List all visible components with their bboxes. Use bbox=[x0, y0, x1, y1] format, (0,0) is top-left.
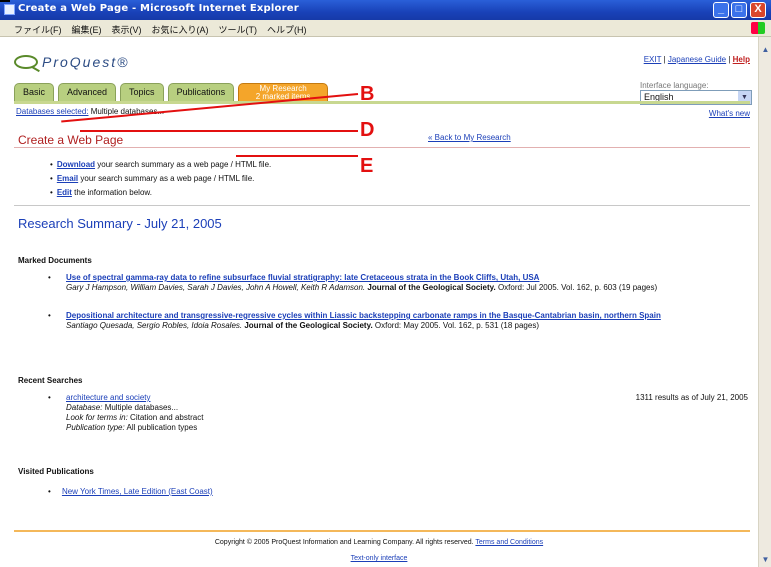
brand-name: ProQuest® bbox=[42, 54, 130, 70]
help-link[interactable]: Help bbox=[733, 55, 750, 64]
close-button[interactable]: X bbox=[750, 2, 766, 18]
menu-help[interactable]: ヘルプ(H) bbox=[267, 23, 307, 36]
menu-bar: ファイル(F) 編集(E) 表示(V) お気に入り(A) ツール(T) ヘルプ(… bbox=[0, 20, 771, 37]
annotation-e: E bbox=[360, 155, 374, 177]
text-only-link[interactable]: Text-only interface bbox=[351, 555, 408, 562]
search-results-count: 1311 results as of July 21, 2005 bbox=[635, 393, 748, 402]
document-journal: Journal of the Geological Society. bbox=[244, 321, 373, 330]
section-divider bbox=[14, 205, 750, 206]
menu-tools[interactable]: ツール(T) bbox=[219, 23, 258, 36]
document-details: Oxford: May 2005. Vol. 162, p. 531 (18 p… bbox=[372, 321, 539, 330]
tab-advanced[interactable]: Advanced bbox=[58, 83, 117, 101]
ie-app-icon bbox=[4, 4, 15, 15]
database-value: Multiple databases... bbox=[102, 403, 179, 412]
download-link[interactable]: Download bbox=[57, 160, 95, 169]
tab-basic[interactable]: Basic bbox=[14, 83, 55, 101]
window-title: Create a Web Page - Microsoft Internet E… bbox=[18, 3, 299, 14]
action-text: the information below. bbox=[71, 188, 152, 197]
windows-logo-icon bbox=[751, 22, 765, 34]
database-label: Database: bbox=[66, 403, 103, 412]
exit-link[interactable]: EXIT bbox=[644, 55, 662, 64]
recent-searches-heading: Recent Searches bbox=[18, 376, 83, 385]
menu-edit[interactable]: 編集(E) bbox=[72, 23, 102, 36]
recent-search: • architecture and society Database: Mul… bbox=[48, 393, 748, 433]
marked-document: • Depositional architecture and transgre… bbox=[48, 311, 738, 331]
page-title: Create a Web Page bbox=[18, 133, 124, 147]
menu-file[interactable]: ファイル(F) bbox=[14, 23, 62, 36]
edit-link[interactable]: Edit bbox=[57, 188, 72, 197]
terms-label: Look for terms in: bbox=[66, 413, 128, 422]
japanese-guide-link[interactable]: Japanese Guide bbox=[668, 55, 726, 64]
search-tabs: Basic Advanced Topics Publications My Re… bbox=[14, 83, 329, 101]
tab-publications[interactable]: Publications bbox=[167, 83, 235, 101]
top-links: EXIT | Japanese Guide | Help bbox=[644, 55, 750, 64]
annotation-line-d bbox=[80, 130, 358, 132]
action-list: Download your search summary as a web pa… bbox=[50, 160, 271, 202]
menu-favorites[interactable]: お気に入り(A) bbox=[152, 23, 209, 36]
document-authors: Gary J Hampson, William Davies, Sarah J … bbox=[66, 283, 366, 292]
corner-mark bbox=[0, 0, 10, 2]
visited-publications-heading: Visited Publications bbox=[18, 467, 94, 476]
proquest-q-icon bbox=[14, 55, 38, 69]
vertical-scrollbar[interactable]: ▲ ▼ bbox=[758, 37, 771, 567]
terms-link[interactable]: Terms and Conditions bbox=[475, 539, 543, 546]
research-summary-title: Research Summary - July 21, 2005 bbox=[18, 216, 222, 231]
pubtype-value: All publication types bbox=[124, 423, 198, 432]
action-text: your search summary as a web page / HTML… bbox=[78, 174, 255, 183]
scroll-down-icon[interactable]: ▼ bbox=[760, 555, 771, 565]
minimize-button[interactable]: _ bbox=[713, 2, 729, 18]
footer-divider bbox=[14, 530, 750, 532]
document-title-link[interactable]: Use of spectral gamma-ray data to refine… bbox=[66, 273, 539, 282]
marked-documents-heading: Marked Documents bbox=[18, 256, 92, 265]
tab-divider bbox=[14, 101, 750, 104]
copyright-text: Copyright © 2005 ProQuest Information an… bbox=[214, 539, 474, 546]
visited-publication: • New York Times, Late Edition (East Coa… bbox=[48, 487, 213, 496]
window-titlebar: Create a Web Page - Microsoft Internet E… bbox=[0, 0, 771, 20]
document-journal: Journal of the Geological Society. bbox=[367, 283, 496, 292]
bullet: • bbox=[48, 311, 51, 320]
copyright: Copyright © 2005 ProQuest Information an… bbox=[0, 539, 758, 546]
proquest-logo[interactable]: ProQuest® bbox=[14, 54, 129, 70]
databases-selected-link[interactable]: Databases selected: bbox=[16, 107, 89, 116]
language-label: Interface language: bbox=[640, 81, 709, 90]
annotation-line-e bbox=[236, 155, 358, 157]
annotation-d: D bbox=[360, 119, 375, 141]
text-only-row: Text-only interface bbox=[0, 555, 758, 562]
list-item: Download your search summary as a web pa… bbox=[50, 160, 271, 169]
scroll-up-icon[interactable]: ▲ bbox=[760, 45, 771, 55]
back-to-my-research-link[interactable]: « Back to My Research bbox=[428, 133, 511, 142]
annotation-b: B bbox=[360, 83, 375, 105]
document-title-link[interactable]: Depositional architecture and transgress… bbox=[66, 311, 661, 320]
visited-publication-link[interactable]: New York Times, Late Edition (East Coast… bbox=[62, 487, 213, 496]
email-link[interactable]: Email bbox=[57, 174, 78, 183]
whats-new-link[interactable]: What's new bbox=[709, 109, 750, 118]
heading-divider bbox=[14, 147, 750, 148]
terms-value: Citation and abstract bbox=[127, 413, 204, 422]
search-query-link[interactable]: architecture and society bbox=[66, 393, 151, 402]
marked-document: • Use of spectral gamma-ray data to refi… bbox=[48, 273, 738, 293]
bullet: • bbox=[48, 273, 51, 282]
document-authors: Santiago Quesada, Sergio Robles, Idoia R… bbox=[66, 321, 243, 330]
menu-view[interactable]: 表示(V) bbox=[112, 23, 142, 36]
list-item: Email your search summary as a web page … bbox=[50, 174, 271, 183]
bullet: • bbox=[48, 487, 51, 496]
document-details: Oxford: Jul 2005. Vol. 162, p. 603 (19 p… bbox=[495, 283, 658, 292]
bullet: • bbox=[48, 393, 51, 402]
list-item: Edit the information below. bbox=[50, 188, 271, 197]
tab-topics[interactable]: Topics bbox=[120, 83, 164, 101]
action-text: your search summary as a web page / HTML… bbox=[95, 160, 272, 169]
maximize-button[interactable]: □ bbox=[731, 2, 747, 18]
pubtype-label: Publication type: bbox=[66, 423, 125, 432]
menu-items: ファイル(F) 編集(E) 表示(V) お気に入り(A) ツール(T) ヘルプ(… bbox=[14, 23, 307, 36]
